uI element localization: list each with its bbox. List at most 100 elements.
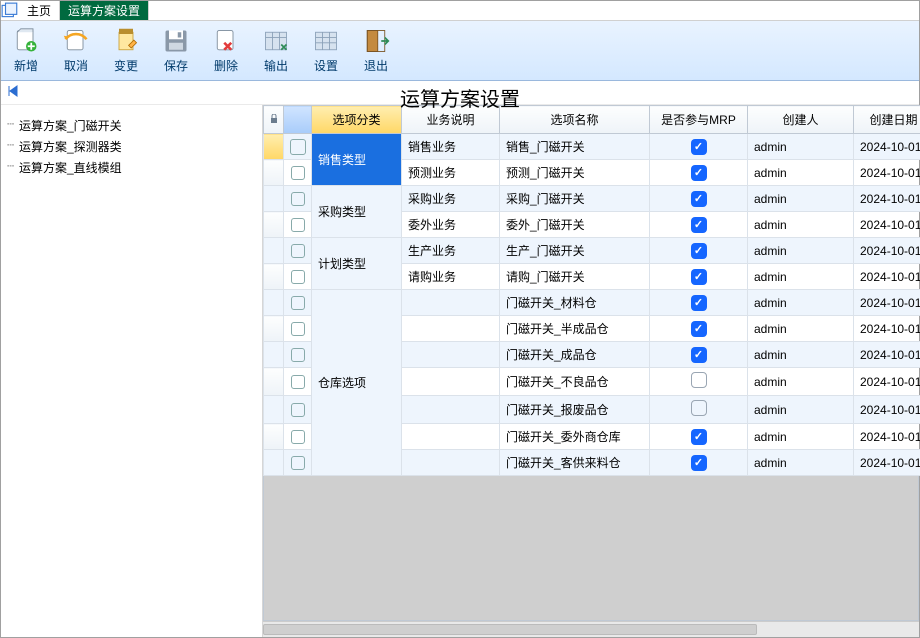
horizontal-scrollbar[interactable]: [263, 621, 919, 637]
tab-plan-settings[interactable]: 运算方案设置: [60, 1, 149, 20]
col-category[interactable]: 选项分类: [312, 106, 402, 134]
row-indicator[interactable]: [264, 368, 284, 396]
mrp-checkbox[interactable]: [691, 217, 707, 233]
options-grid[interactable]: 选项分类 业务说明 选项名称 是否参与MRP 创建人 创建日期 销售类型销售业务…: [263, 105, 920, 476]
row-checkbox[interactable]: [291, 430, 305, 444]
row-checkbox-cell[interactable]: [284, 290, 312, 316]
row-checkbox[interactable]: [290, 139, 306, 155]
creator-cell: admin: [748, 290, 854, 316]
row-checkbox-cell[interactable]: [284, 368, 312, 396]
row-checkbox-cell[interactable]: [284, 316, 312, 342]
row-checkbox-cell[interactable]: [284, 342, 312, 368]
row-indicator[interactable]: [264, 342, 284, 368]
table-row[interactable]: 销售类型销售业务销售_门磁开关admin2024-10-01: [264, 134, 920, 160]
row-checkbox[interactable]: [291, 375, 305, 389]
row-indicator[interactable]: [264, 424, 284, 450]
tree-item-0[interactable]: 运算方案_门磁开关: [7, 115, 256, 136]
change-button[interactable]: 变更: [101, 21, 151, 80]
mrp-cell[interactable]: [650, 238, 748, 264]
mrp-checkbox[interactable]: [691, 347, 707, 363]
window-control-icon[interactable]: [1, 1, 19, 20]
row-checkbox-cell[interactable]: [284, 186, 312, 212]
mrp-cell[interactable]: [650, 368, 748, 396]
mrp-cell[interactable]: [650, 450, 748, 476]
row-checkbox-cell[interactable]: [284, 396, 312, 424]
row-checkbox[interactable]: [291, 218, 305, 232]
row-indicator[interactable]: [264, 264, 284, 290]
row-checkbox-cell[interactable]: [284, 212, 312, 238]
mrp-cell[interactable]: [650, 316, 748, 342]
mrp-cell[interactable]: [650, 342, 748, 368]
row-checkbox[interactable]: [291, 166, 305, 180]
row-checkbox-cell[interactable]: [284, 424, 312, 450]
mrp-checkbox[interactable]: [691, 321, 707, 337]
mrp-checkbox[interactable]: [691, 139, 707, 155]
mrp-checkbox[interactable]: [691, 191, 707, 207]
col-creator[interactable]: 创建人: [748, 106, 854, 134]
mrp-cell[interactable]: [650, 186, 748, 212]
table-row[interactable]: 采购类型采购业务采购_门磁开关admin2024-10-01: [264, 186, 920, 212]
export-button[interactable]: 输出: [251, 21, 301, 80]
mrp-cell[interactable]: [650, 424, 748, 450]
row-indicator[interactable]: [264, 212, 284, 238]
row-indicator[interactable]: [264, 396, 284, 424]
mrp-checkbox[interactable]: [691, 455, 707, 471]
col-biz[interactable]: 业务说明: [402, 106, 500, 134]
category-cell[interactable]: 仓库选项: [312, 290, 402, 476]
table-row[interactable]: 仓库选项门磁开关_材料仓admin2024-10-01: [264, 290, 920, 316]
mrp-checkbox[interactable]: [691, 429, 707, 445]
mrp-cell[interactable]: [650, 290, 748, 316]
mrp-cell[interactable]: [650, 134, 748, 160]
row-checkbox[interactable]: [291, 403, 305, 417]
row-checkbox-cell[interactable]: [284, 238, 312, 264]
mrp-cell[interactable]: [650, 264, 748, 290]
row-checkbox[interactable]: [291, 322, 305, 336]
category-cell[interactable]: 计划类型: [312, 238, 402, 290]
col-name[interactable]: 选项名称: [500, 106, 650, 134]
row-checkbox[interactable]: [291, 244, 305, 258]
mrp-checkbox[interactable]: [691, 295, 707, 311]
row-checkbox-cell[interactable]: [284, 264, 312, 290]
mrp-cell[interactable]: [650, 212, 748, 238]
row-checkbox-cell[interactable]: [284, 160, 312, 186]
row-indicator[interactable]: [264, 316, 284, 342]
mrp-checkbox[interactable]: [691, 269, 707, 285]
settings-button[interactable]: 设置: [301, 21, 351, 80]
table-row[interactable]: 计划类型生产业务生产_门磁开关admin2024-10-01: [264, 238, 920, 264]
mrp-cell[interactable]: [650, 396, 748, 424]
checkbox-column-header[interactable]: [284, 106, 312, 134]
row-checkbox[interactable]: [291, 348, 305, 362]
tree-item-1[interactable]: 运算方案_探测器类: [7, 136, 256, 157]
row-checkbox-cell[interactable]: [284, 134, 312, 160]
save-button[interactable]: 保存: [151, 21, 201, 80]
row-indicator[interactable]: [264, 450, 284, 476]
row-indicator[interactable]: [264, 160, 284, 186]
row-indicator[interactable]: [264, 186, 284, 212]
row-indicator[interactable]: [264, 134, 284, 160]
row-checkbox[interactable]: [291, 296, 305, 310]
biz-cell: 销售业务: [402, 134, 500, 160]
row-indicator[interactable]: [264, 290, 284, 316]
mrp-checkbox[interactable]: [691, 243, 707, 259]
mrp-checkbox[interactable]: [691, 165, 707, 181]
row-indicator[interactable]: [264, 238, 284, 264]
exit-button[interactable]: 退出: [351, 21, 401, 80]
tree-item-2[interactable]: 运算方案_直线模组: [7, 157, 256, 178]
delete-button[interactable]: 删除: [201, 21, 251, 80]
mrp-cell[interactable]: [650, 160, 748, 186]
mrp-checkbox[interactable]: [691, 372, 707, 388]
category-cell[interactable]: 采购类型: [312, 186, 402, 238]
row-checkbox-cell[interactable]: [284, 450, 312, 476]
category-cell[interactable]: 销售类型: [312, 134, 402, 186]
first-record-icon[interactable]: [7, 85, 19, 100]
lock-column-header[interactable]: [264, 106, 284, 134]
add-button[interactable]: 新增: [1, 21, 51, 80]
row-checkbox[interactable]: [291, 270, 305, 284]
col-date[interactable]: 创建日期: [854, 106, 920, 134]
tab-home[interactable]: 主页: [19, 1, 60, 20]
col-mrp[interactable]: 是否参与MRP: [650, 106, 748, 134]
cancel-button[interactable]: 取消: [51, 21, 101, 80]
mrp-checkbox[interactable]: [691, 400, 707, 416]
row-checkbox[interactable]: [291, 456, 305, 470]
row-checkbox[interactable]: [291, 192, 305, 206]
